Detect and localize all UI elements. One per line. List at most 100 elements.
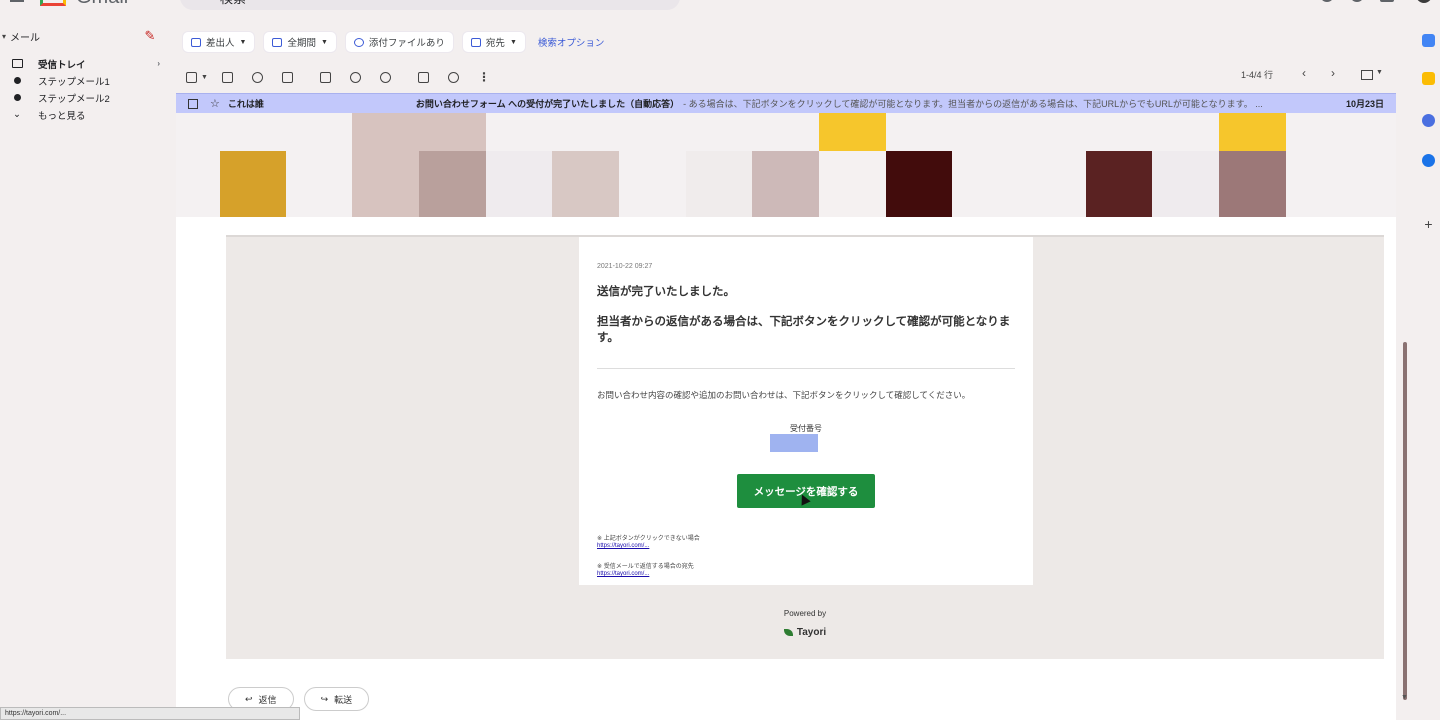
- list-toolbar: ▼ ⋮ 1-4/4 行 ‹ › ▼: [186, 66, 1386, 86]
- add-task-icon[interactable]: [379, 71, 391, 83]
- chip-label: 全期間: [287, 38, 316, 49]
- move-to-icon[interactable]: [417, 71, 429, 83]
- chevron-down-icon: ▼: [320, 38, 328, 46]
- forward-icon: ↪: [320, 693, 329, 704]
- email-message-3: お問い合わせ内容の確認や追加のお問い合わせは、下記ボタンをクリックして確認してく…: [597, 390, 971, 400]
- email-link-2[interactable]: https://tayori.com/...: [597, 571, 649, 577]
- tune-icon[interactable]: ☰: [658, 0, 670, 3]
- chevron-down-icon: ▼: [509, 38, 517, 46]
- chip-label: 差出人: [206, 38, 235, 49]
- contacts-icon[interactable]: [1422, 154, 1435, 167]
- top-bar: Gmail 検索 ✕ ☰: [0, 0, 1440, 10]
- sidebar-item-label: もっと見る: [38, 110, 86, 122]
- scroll-down-icon[interactable]: ▼: [1401, 694, 1408, 701]
- forward-button[interactable]: ↪ 転送: [303, 687, 370, 711]
- tasks-icon[interactable]: [1422, 114, 1435, 127]
- inbox-icon: [10, 59, 24, 68]
- avatar[interactable]: [1413, 0, 1435, 6]
- email-note-1: ※ 上記ボタンがクリックできない場合: [597, 536, 700, 542]
- email-link-1[interactable]: https://tayori.com/...: [597, 543, 649, 549]
- report-spam-icon[interactable]: [251, 71, 263, 83]
- chevron-down-icon[interactable]: ▼: [201, 74, 208, 81]
- next-page-icon[interactable]: ›: [1331, 66, 1335, 80]
- help-icon[interactable]: [1320, 0, 1334, 2]
- filter-to-chip[interactable]: 宛先 ▼: [461, 31, 526, 53]
- sidebar-item-inbox[interactable]: 受信トレイ ›: [10, 55, 160, 72]
- settings-icon[interactable]: [1350, 0, 1364, 2]
- row-checkbox[interactable]: [188, 98, 198, 109]
- star-icon[interactable]: ☆: [210, 97, 220, 110]
- leaf-icon: [783, 628, 793, 636]
- label-icon: [10, 77, 24, 84]
- mosaic-block: [752, 151, 819, 217]
- sidebar-item-label: 受信トレイ: [38, 59, 86, 71]
- main-menu-icon[interactable]: [10, 0, 24, 2]
- mosaic-block: [1152, 151, 1219, 217]
- mail-subject: お問い合わせフォーム への受付が完了いたしました（自動応答）: [415, 99, 680, 109]
- chevron-right-icon[interactable]: ›: [157, 59, 160, 68]
- email-body-frame: 2021-10-22 09:27 送信が完了いたしました。 担当者からの返信があ…: [226, 235, 1384, 659]
- keep-icon[interactable]: [1422, 72, 1435, 85]
- mark-unread-icon[interactable]: [319, 71, 331, 83]
- gmail-logo[interactable]: [40, 0, 66, 6]
- search-input[interactable]: 検索 ✕ ☰: [180, 0, 680, 10]
- filter-date-chip[interactable]: 全期間 ▼: [263, 31, 337, 53]
- chevron-down-icon: ▼: [239, 38, 247, 46]
- chevron-down-icon[interactable]: ▼: [1376, 69, 1383, 76]
- status-bar-url: https://tayori.com/...: [0, 707, 300, 720]
- advanced-search-link[interactable]: 検索オプション: [538, 35, 605, 49]
- email-card: 2021-10-22 09:27 送信が完了いたしました。 担当者からの返信があ…: [579, 237, 1033, 585]
- label-as-icon[interactable]: [447, 71, 459, 83]
- reply-label: 返信: [258, 694, 277, 705]
- mosaic-block: [419, 151, 486, 217]
- email-note-2: ※ 受信メールで返信する場合の宛先: [597, 564, 694, 570]
- split-view-icon[interactable]: [1361, 70, 1373, 80]
- pagination-text: 1-4/4 行: [1241, 70, 1274, 80]
- forward-label: 転送: [334, 694, 353, 705]
- reply-icon: ↩: [245, 693, 253, 704]
- mosaic-block: [1219, 113, 1286, 151]
- snooze-icon[interactable]: [349, 71, 361, 83]
- compose-button[interactable]: ✎: [140, 26, 160, 46]
- sidebar-item-step-mail-1[interactable]: ステップメール1: [10, 72, 160, 89]
- mosaic-block: [819, 113, 886, 151]
- more-options-icon[interactable]: ⋮: [478, 70, 490, 84]
- sidebar-item-label: ステップメール1: [38, 76, 110, 88]
- filter-attachment-chip[interactable]: 添付ファイルあり: [344, 31, 454, 53]
- apps-icon[interactable]: [1380, 0, 1394, 2]
- select-all-checkbox[interactable]: [186, 71, 197, 83]
- mosaic-block: [552, 151, 619, 217]
- mosaic-block: [886, 151, 952, 217]
- chevron-down-icon: ⌄: [13, 109, 21, 120]
- mosaic-block: [686, 151, 752, 217]
- sidebar-list: 受信トレイ › ステップメール1 ステップメール2 ⌄ もっと見る: [10, 55, 160, 123]
- filter-from-chip[interactable]: 差出人 ▼: [182, 31, 256, 53]
- calendar-icon: [272, 37, 283, 47]
- brand-logo: Tayori: [226, 627, 1384, 638]
- mail-date: 10月23日: [1345, 99, 1384, 109]
- search-filter-chips: 差出人 ▼ 全期間 ▼ 添付ファイルあり 宛先 ▼ 検索オプション: [182, 31, 604, 53]
- person-icon: [191, 37, 201, 47]
- scrollbar-thumb[interactable]: [1403, 342, 1407, 700]
- app-name: Gmail: [76, 0, 128, 9]
- delete-icon[interactable]: [281, 71, 293, 83]
- search-query: 検索: [220, 0, 246, 7]
- close-icon[interactable]: ✕: [632, 0, 644, 4]
- prev-page-icon[interactable]: ‹: [1302, 66, 1306, 80]
- powered-by-label: Powered by: [783, 609, 827, 618]
- mail-snippet: - ある場合は、下記ボタンをクリックして確認が可能となります。担当者からの返信が…: [683, 99, 1263, 109]
- mail-row-selected[interactable]: ☆ これは誰 お問い合わせフォーム への受付が完了いたしました（自動応答） - …: [176, 93, 1396, 113]
- email-message-1: 送信が完了いたしました。: [597, 286, 735, 298]
- mosaic-block: [220, 151, 286, 217]
- calendar-icon[interactable]: [1422, 34, 1435, 47]
- add-icon[interactable]: +: [1422, 217, 1435, 231]
- mosaic-block: [1219, 151, 1286, 217]
- chip-label: 添付ファイルあり: [368, 38, 445, 49]
- archive-icon[interactable]: [221, 71, 233, 83]
- mail-section-label: メール: [10, 32, 41, 44]
- sidebar-item-step-mail-2[interactable]: ステップメール2: [10, 89, 160, 106]
- sidebar-item-more[interactable]: ⌄ もっと見る: [10, 106, 160, 123]
- brand-name: Tayori: [796, 627, 827, 638]
- ticket-number-value: [770, 434, 818, 452]
- mail-sender: これは誰: [227, 99, 264, 109]
